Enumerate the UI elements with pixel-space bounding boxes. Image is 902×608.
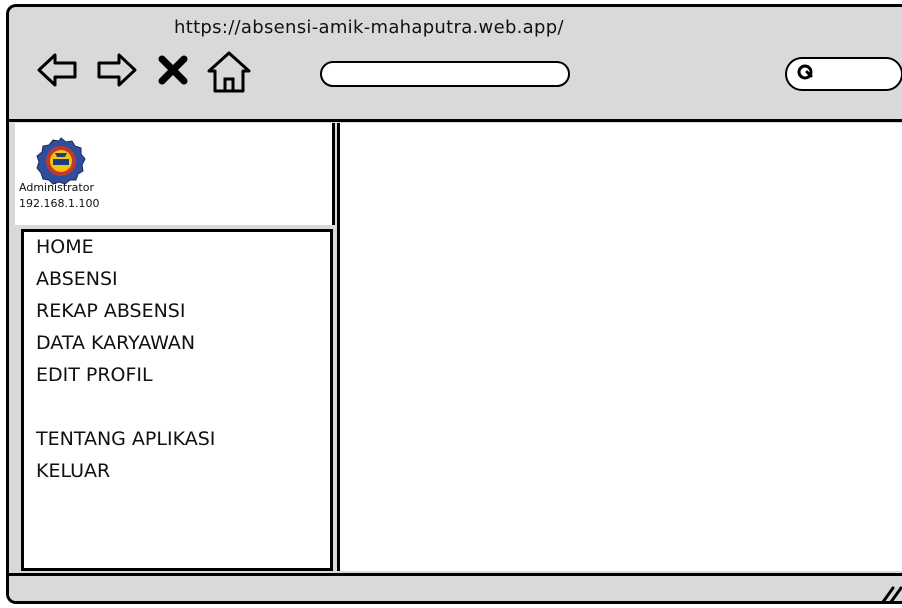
menu-item-edit-profil[interactable]: EDIT PROFIL xyxy=(36,364,153,386)
main-content xyxy=(337,123,902,571)
arrow-left-icon[interactable] xyxy=(35,47,81,93)
address-bar[interactable] xyxy=(320,61,570,87)
home-icon[interactable] xyxy=(205,47,253,97)
close-icon[interactable] xyxy=(153,47,193,93)
menu-item-keluar[interactable]: KELUAR xyxy=(36,460,110,482)
page-url: https://absensi-amik-mahaputra.web.app/ xyxy=(174,17,564,38)
ip-address: 192.168.1.100 xyxy=(19,197,100,210)
logo-icon xyxy=(35,135,87,187)
menu-item-home[interactable]: HOME xyxy=(36,236,94,258)
menu-item-absensi[interactable]: ABSENSI xyxy=(36,268,118,290)
resize-grip-icon[interactable] xyxy=(875,582,902,601)
browser-window: https://absensi-amik-mahaputra.web.app/ … xyxy=(6,4,902,604)
menu-item-data-karyawan[interactable]: DATA KARYAWAN xyxy=(36,332,195,354)
user-role: Administrator xyxy=(19,181,94,194)
user-panel: Administrator 192.168.1.100 xyxy=(15,123,335,225)
status-bar xyxy=(9,573,902,601)
arrow-right-icon[interactable] xyxy=(93,47,139,93)
toolbar-divider xyxy=(9,119,902,122)
search-icon[interactable] xyxy=(795,62,817,84)
sidebar-menu: HOME ABSENSI REKAP ABSENSI DATA KARYAWAN… xyxy=(21,229,333,571)
menu-item-rekap-absensi[interactable]: REKAP ABSENSI xyxy=(36,300,185,322)
menu-item-tentang-aplikasi[interactable]: TENTANG APLIKASI xyxy=(36,428,215,450)
